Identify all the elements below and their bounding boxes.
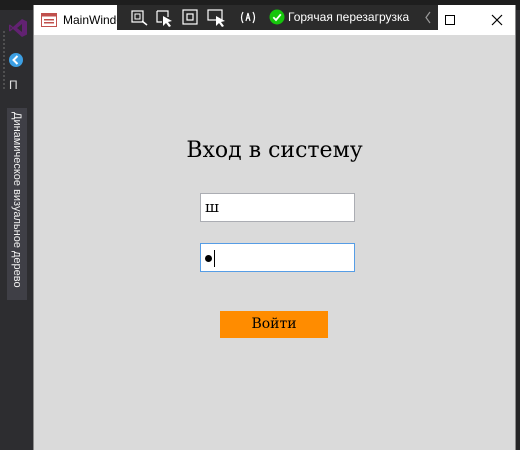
username-input[interactable]: ш [200,193,355,222]
go-to-live-visual-tree-icon[interactable] [129,8,149,27]
maximize-button[interactable] [445,5,475,35]
close-icon [491,14,503,26]
password-input[interactable] [200,243,355,272]
track-focused-element-icon[interactable] [206,8,226,27]
main-window: MainWindow Вход в систему ш Войти [33,5,516,450]
xaml-debug-toolbar: Горячая перезагрузка [117,5,438,30]
live-visual-tree-tab-label: Динамическое визуальное дерево [11,112,23,288]
live-visual-tree-tab[interactable]: Динамическое визуальное дерево [7,108,27,300]
password-mask-dot [205,255,212,262]
ide-side-tab-label[interactable]: П [9,78,18,92]
visual-studio-logo-icon [9,19,27,37]
check-circle-icon [269,9,285,25]
display-layout-adorners-icon[interactable] [180,8,200,27]
hot-reload-label: Горячая перезагрузка [288,10,410,24]
binding-failures-icon[interactable] [238,8,258,27]
hot-reload-status[interactable]: Горячая перезагрузка [269,8,419,27]
select-element-icon[interactable] [154,8,174,27]
wpf-window-icon [41,13,57,27]
close-button[interactable] [477,5,515,35]
ide-back-icon[interactable] [8,52,24,68]
collapse-toolbar-chevron-icon[interactable] [423,9,433,26]
login-button[interactable]: Войти [220,311,328,338]
ide-grip-dots [2,30,6,90]
text-caret [214,250,215,267]
login-title: Вход в систему [186,138,363,163]
window-title: MainWindow [63,13,119,27]
